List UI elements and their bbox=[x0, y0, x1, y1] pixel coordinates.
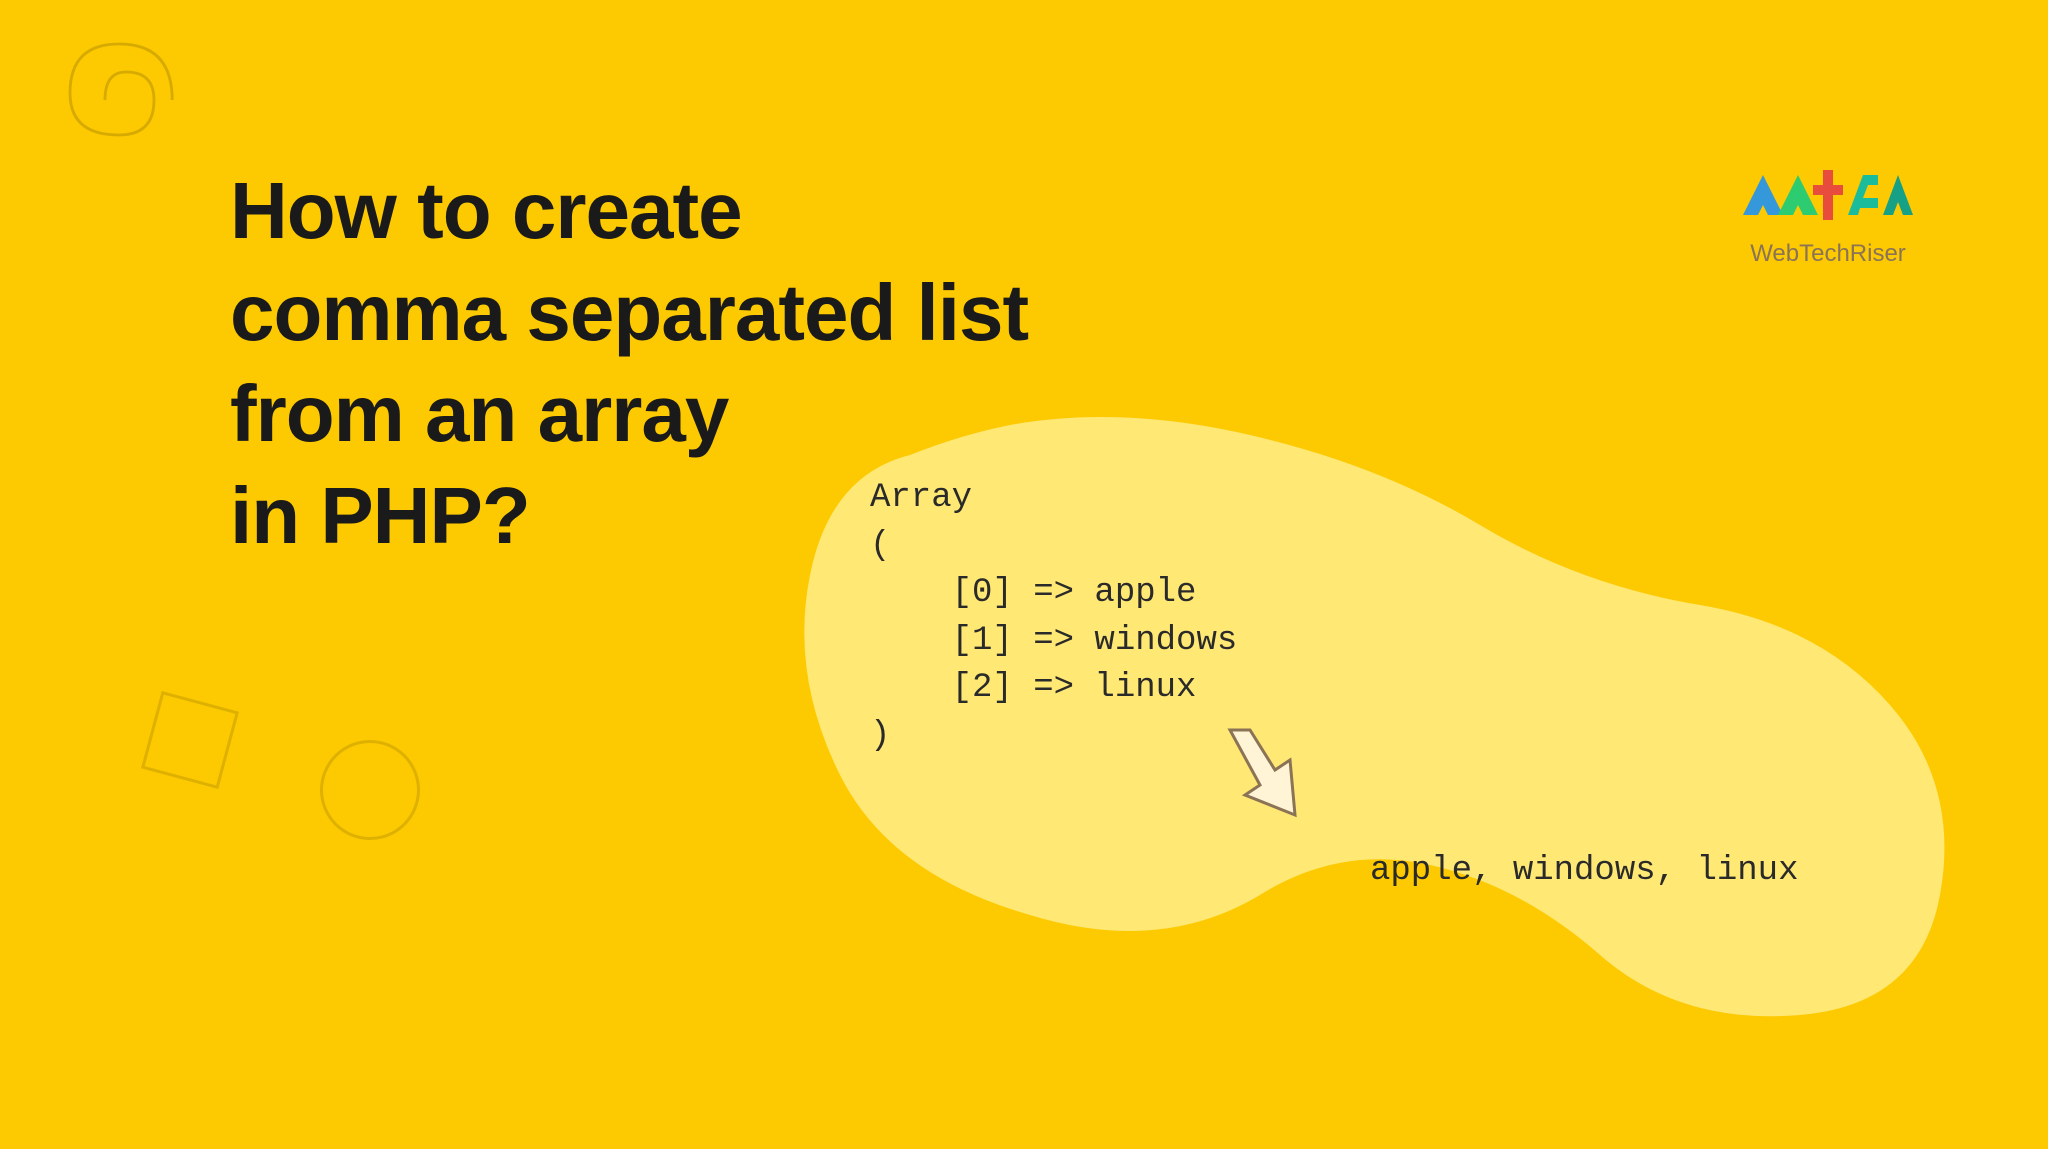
logo-icon bbox=[1738, 160, 1918, 230]
logo-text: WebTechRiser bbox=[1738, 240, 1918, 268]
code-block: Array ( [0] => apple [1] => windows [2] … bbox=[870, 475, 1237, 761]
circle-decoration bbox=[320, 740, 420, 840]
code-line-2: ( bbox=[870, 527, 890, 565]
spiral-decoration bbox=[35, 30, 175, 170]
title-line-2: comma separated list bbox=[230, 268, 1028, 357]
code-blob-container: Array ( [0] => apple [1] => windows [2] … bbox=[780, 395, 1960, 1035]
title-line-4: in PHP? bbox=[230, 471, 530, 560]
result-output: apple, windows, linux bbox=[1370, 852, 1798, 890]
arrow-icon bbox=[1205, 715, 1325, 835]
code-line-6: ) bbox=[870, 717, 890, 755]
code-line-5: [2] => linux bbox=[870, 669, 1196, 707]
title-line-3: from an array bbox=[230, 369, 728, 458]
code-line-3: [0] => apple bbox=[870, 574, 1196, 612]
square-decoration bbox=[141, 691, 239, 789]
code-line-4: [1] => windows bbox=[870, 622, 1237, 660]
logo: WebTechRiser bbox=[1738, 160, 1918, 268]
code-line-1: Array bbox=[870, 479, 972, 517]
title-line-1: How to create bbox=[230, 166, 742, 255]
